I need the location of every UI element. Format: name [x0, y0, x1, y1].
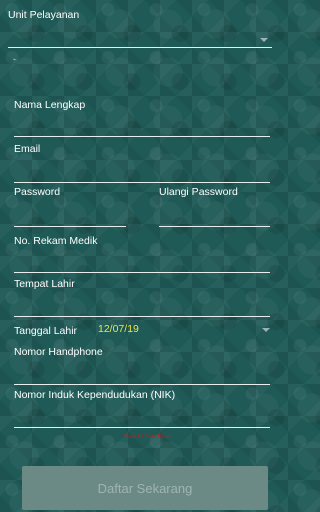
tempat-lahir-underline	[14, 316, 270, 317]
unit-pelayanan-label: Unit Pelayanan	[8, 9, 80, 21]
password-underline	[14, 226, 126, 227]
nama-lengkap-label: Nama Lengkap	[14, 99, 86, 111]
ulangi-password-label: Ulangi Password	[159, 186, 238, 198]
chevron-down-icon	[260, 38, 268, 42]
tempat-lahir-label: Tempat Lahir	[14, 278, 75, 290]
ulangi-password-input[interactable]	[159, 202, 270, 226]
nomor-hp-underline	[14, 384, 270, 385]
tanggal-lahir-label: Tanggal Lahir	[14, 325, 78, 337]
nik-underline	[14, 427, 270, 428]
nama-lengkap-input[interactable]	[14, 114, 270, 136]
rekam-medik-underline	[14, 272, 270, 273]
tanggal-lahir-value[interactable]: 12/07/19	[98, 323, 139, 335]
password-label: Password	[14, 186, 61, 198]
unit-pelayanan-sub: -	[13, 54, 16, 64]
tempat-lahir-input[interactable]	[14, 294, 270, 316]
unit-pelayanan-underline	[8, 47, 272, 48]
nik-input[interactable]	[14, 405, 270, 427]
nomor-hp-label: Nomor Handphone	[14, 346, 103, 358]
chevron-down-icon[interactable]	[262, 328, 270, 332]
email-underline	[14, 182, 270, 183]
nama-lengkap-underline	[14, 136, 270, 137]
rekam-medik-input[interactable]	[14, 250, 270, 272]
nik-label: Nomor Induk Kependudukan (NIK)	[14, 389, 176, 401]
rekam-medik-label: No. Rekam Medik	[14, 235, 98, 247]
email-input[interactable]	[14, 158, 270, 182]
unit-pelayanan-dropdown[interactable]	[8, 24, 272, 48]
ulangi-password-underline	[159, 226, 270, 227]
warning-text: Data Ini Data Palsu	[124, 434, 172, 440]
daftar-sekarang-button[interactable]: Daftar Sekarang	[22, 466, 268, 510]
email-label: Email	[14, 143, 41, 155]
password-input[interactable]	[14, 202, 126, 226]
nomor-hp-input[interactable]	[14, 362, 270, 384]
